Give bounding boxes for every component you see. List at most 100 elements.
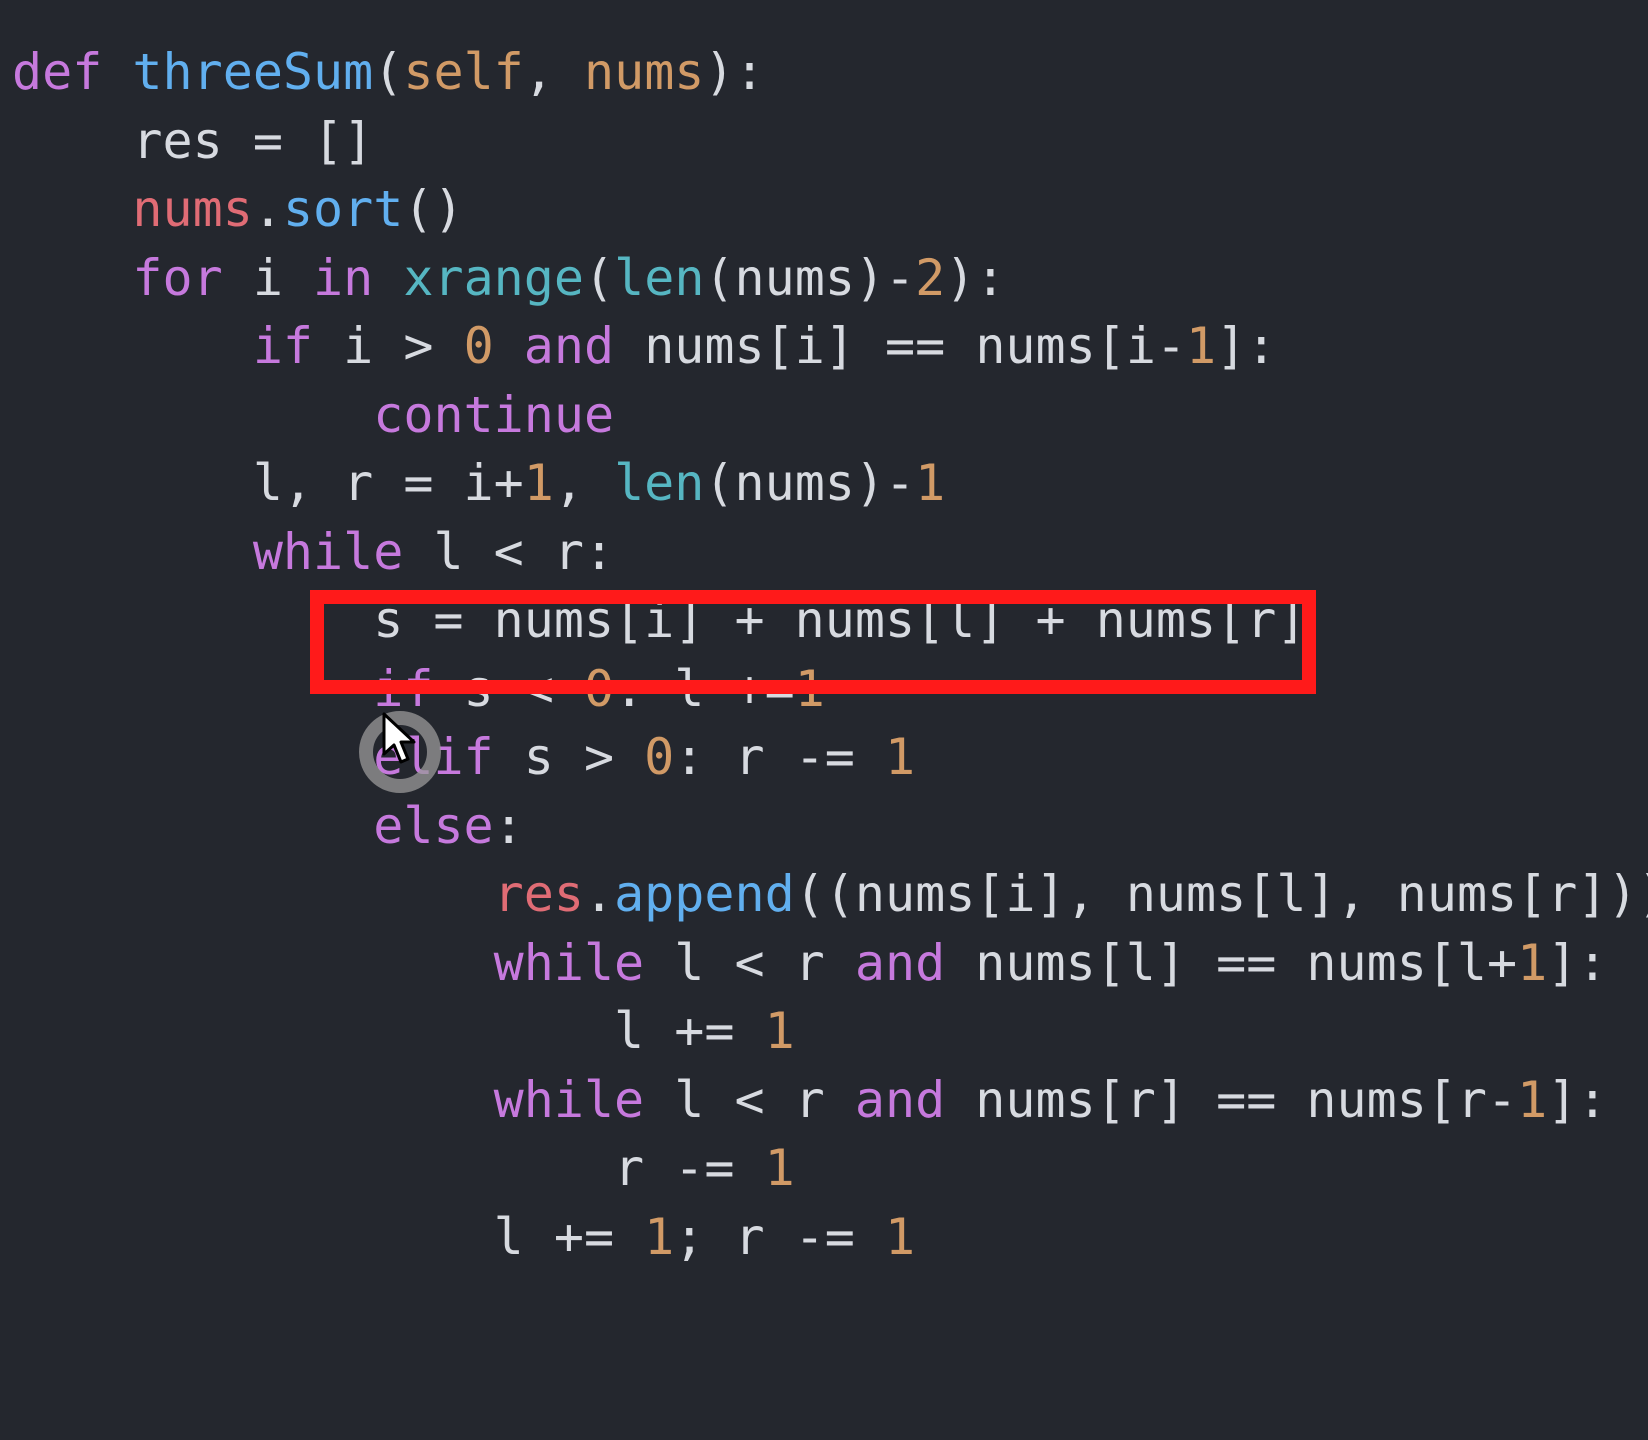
code-token: ): bbox=[704, 43, 765, 101]
code-token: 1 bbox=[794, 659, 825, 718]
code-token: in bbox=[313, 248, 374, 307]
code-token: xrange bbox=[403, 248, 584, 307]
code-token: i bbox=[222, 248, 314, 307]
code-line[interactable]: while l < r and nums[l] == nums[l+1]: bbox=[12, 927, 1608, 999]
code-token: ]: bbox=[1547, 933, 1608, 992]
code-line[interactable]: r -= 1 bbox=[12, 1132, 795, 1204]
code-token: if bbox=[252, 317, 314, 375]
code-token: nums bbox=[132, 180, 253, 238]
code-token: . bbox=[583, 865, 615, 923]
code-token: , bbox=[523, 43, 584, 101]
code-token: (nums)- bbox=[704, 454, 916, 512]
code-token: (nums)- bbox=[704, 248, 916, 307]
code-token: () bbox=[403, 180, 464, 238]
code-token: while bbox=[493, 1070, 645, 1129]
code-token: while bbox=[493, 933, 645, 992]
code-token: l < r bbox=[644, 1070, 855, 1129]
code-token: : r -= bbox=[674, 728, 885, 786]
code-line[interactable]: l, r = i+1, len(nums)-1 bbox=[12, 447, 945, 519]
code-token: nums[i] == nums[i- bbox=[614, 317, 1187, 375]
code-token: ]: bbox=[1216, 317, 1277, 375]
code-line[interactable]: def threeSum(self, nums): bbox=[12, 36, 765, 108]
code-token: len bbox=[614, 248, 705, 307]
code-token: l += bbox=[12, 1002, 765, 1060]
code-token: ; r -= bbox=[674, 1207, 885, 1266]
code-token: res bbox=[493, 865, 584, 923]
code-token: 1 bbox=[885, 728, 916, 786]
code-token: sort bbox=[282, 180, 404, 238]
code-token: if bbox=[373, 659, 434, 718]
code-token: 0 bbox=[583, 659, 615, 718]
code-line[interactable]: if s < 0: l +=1 bbox=[12, 653, 825, 725]
code-token: l += bbox=[12, 1207, 645, 1266]
code-token: r -= bbox=[12, 1139, 765, 1197]
code-token: len bbox=[614, 454, 705, 512]
code-token: 2 bbox=[915, 248, 946, 307]
code-token: nums[l] == nums[l+ bbox=[945, 933, 1518, 992]
code-line[interactable]: res = [] bbox=[12, 105, 373, 177]
code-token: append bbox=[614, 865, 795, 923]
code-token: . bbox=[252, 180, 283, 238]
code-token: nums bbox=[584, 43, 705, 101]
code-token: 1 bbox=[1517, 1070, 1548, 1129]
code-token: elif bbox=[373, 728, 494, 786]
code-line[interactable]: continue bbox=[12, 379, 614, 451]
code-line[interactable]: while l < r and nums[r] == nums[r-1]: bbox=[12, 1064, 1608, 1136]
code-line[interactable]: for i in xrange(len(nums)-2): bbox=[12, 242, 1005, 314]
code-token: 0 bbox=[644, 728, 675, 786]
code-line[interactable]: else: bbox=[12, 790, 524, 862]
code-line[interactable]: res.append((nums[i], nums[l], nums[r])) bbox=[12, 858, 1648, 930]
code-token: 0 bbox=[463, 317, 494, 375]
code-token: ( bbox=[584, 248, 615, 307]
code-token: ((nums[i], nums[l], nums[r])) bbox=[794, 865, 1648, 923]
code-token: while bbox=[252, 522, 404, 581]
code-token: 1 bbox=[764, 1002, 795, 1060]
code-token: 1 bbox=[1517, 933, 1548, 992]
code-token: res = [] bbox=[12, 111, 374, 170]
code-token: threeSum bbox=[132, 43, 374, 101]
code-token: ( bbox=[373, 43, 404, 101]
code-token: else bbox=[373, 796, 494, 855]
code-token: s < bbox=[433, 659, 584, 718]
code-token: 1 bbox=[1186, 317, 1217, 375]
code-token: s = nums[i] + nums[l] + nums[r] bbox=[12, 591, 1307, 649]
code-line[interactable]: while l < r: bbox=[12, 516, 614, 588]
code-line[interactable]: l += 1; r -= 1 bbox=[12, 1201, 915, 1273]
code-token: l < r: bbox=[403, 522, 615, 581]
code-token: def bbox=[12, 43, 103, 101]
code-line[interactable]: l += 1 bbox=[12, 995, 795, 1067]
code-token: self bbox=[403, 43, 524, 101]
code-token: and bbox=[854, 1070, 946, 1129]
code-line[interactable]: nums.sort() bbox=[12, 173, 464, 245]
code-token: : l += bbox=[614, 659, 795, 718]
code-token: ]: bbox=[1547, 1070, 1608, 1129]
code-token: s > bbox=[493, 728, 645, 786]
code-token: i > bbox=[313, 317, 464, 375]
code-line[interactable]: elif s > 0: r -= 1 bbox=[12, 721, 915, 793]
code-token: 1 bbox=[764, 1139, 795, 1197]
code-line[interactable]: s = nums[i] + nums[l] + nums[r] bbox=[12, 584, 1306, 656]
code-token: 1 bbox=[884, 1207, 916, 1266]
code-token: 1 bbox=[523, 454, 554, 512]
code-editor[interactable]: def threeSum(self, nums): res = [] nums.… bbox=[0, 0, 1648, 1440]
code-token: : bbox=[493, 796, 524, 855]
code-token: l < r bbox=[644, 933, 855, 992]
code-token: continue bbox=[373, 385, 615, 444]
code-token: and bbox=[854, 933, 946, 992]
code-token: ): bbox=[945, 248, 1006, 307]
code-line[interactable]: if i > 0 and nums[i] == nums[i-1]: bbox=[12, 310, 1277, 382]
